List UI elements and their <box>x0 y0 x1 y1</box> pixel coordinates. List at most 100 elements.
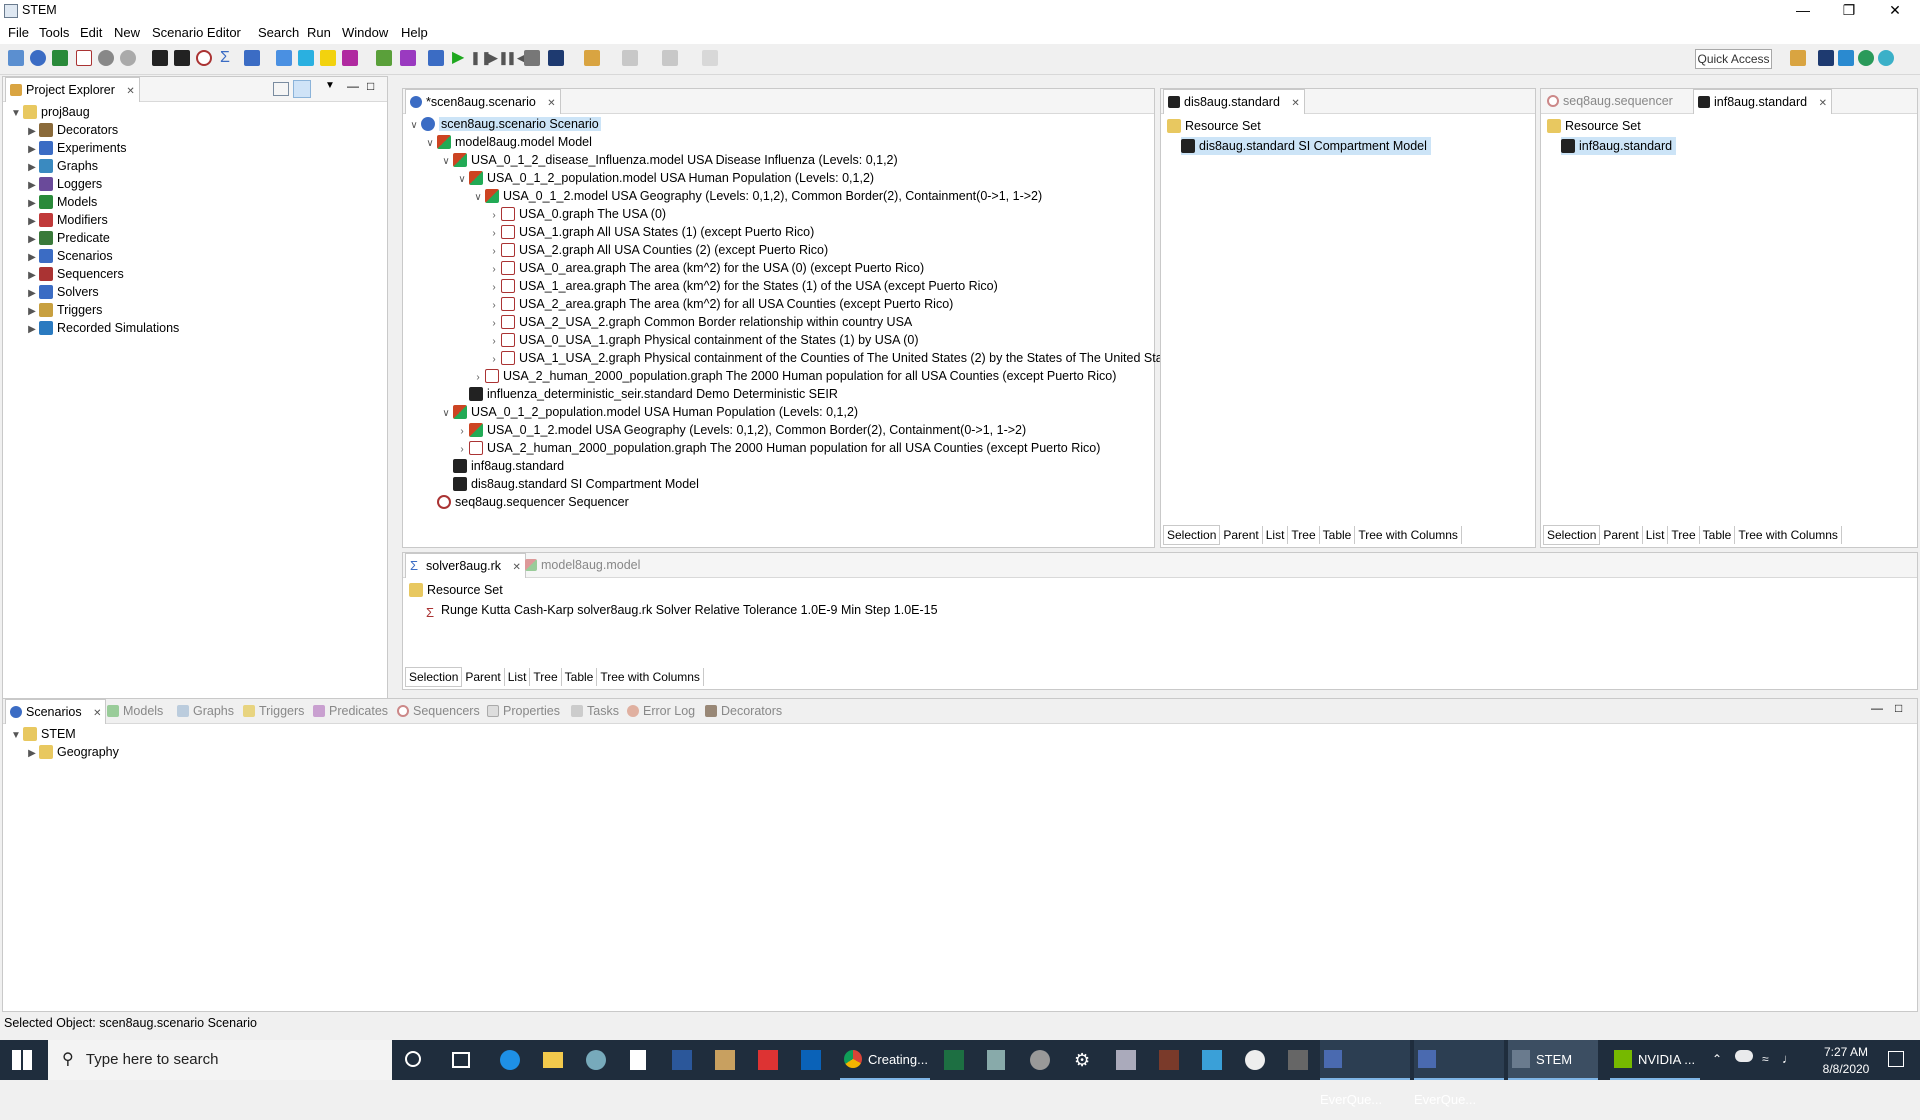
view-tab-list[interactable]: List <box>505 668 531 686</box>
tab-triggers[interactable]: Triggers <box>239 699 308 723</box>
scenario-tree-row[interactable]: ∨ scen8aug.scenario Scenario <box>407 115 601 133</box>
view-tab-tree[interactable]: Tree <box>1288 526 1320 544</box>
view-tab-table[interactable]: Table <box>562 668 598 686</box>
reset-icon[interactable]: ❚◀ <box>506 50 527 66</box>
menu-new[interactable]: New <box>114 25 140 40</box>
view-tab-selection[interactable]: Selection <box>1543 525 1601 545</box>
tab-inf-standard[interactable]: inf8aug.standard ✕ <box>1693 89 1833 114</box>
resource-set[interactable]: Resource Set <box>1167 117 1261 135</box>
collapse-all-icon[interactable] <box>273 82 289 96</box>
globe-view-icon[interactable] <box>298 50 314 66</box>
run-config-icon[interactable] <box>428 50 444 66</box>
expand-arrow-icon[interactable]: ▼ <box>9 105 23 123</box>
view-tab-list[interactable]: List <box>1263 526 1289 544</box>
new-disease-icon[interactable] <box>152 50 168 66</box>
scenario-tree-row[interactable]: ∨ USA_0_1_2_disease_Influenza.model USA D… <box>439 151 898 169</box>
taskbar-nvidia[interactable]: NVIDIA ... <box>1610 1040 1700 1080</box>
tree-folder-modifiers[interactable]: ▶ Modifiers <box>25 211 108 229</box>
run-icon[interactable]: ▶ <box>452 50 468 66</box>
clock-date[interactable]: 8/8/2020 <box>1816 1062 1876 1076</box>
menu-search[interactable]: Search <box>258 25 299 40</box>
taskbar-everquest-2[interactable]: EverQue... <box>1414 1040 1504 1107</box>
menu-help[interactable]: Help <box>401 25 428 40</box>
app-icon[interactable] <box>1288 1050 1308 1070</box>
tab-scenarios[interactable]: Scenarios ✕ <box>5 699 107 724</box>
menu-run[interactable]: Run <box>307 25 331 40</box>
calculator-icon[interactable] <box>987 1050 1005 1070</box>
expand-arrow-icon[interactable]: ▼ <box>9 727 23 745</box>
tab-properties[interactable]: Properties <box>483 699 564 723</box>
cortana-icon[interactable] <box>405 1051 421 1067</box>
windows-start-icon[interactable] <box>12 1050 32 1070</box>
scenario-tree-row[interactable]: › USA_2_human_2000_population.graph The 2… <box>471 367 1116 385</box>
inf-standard-item[interactable]: inf8aug.standard <box>1561 137 1677 155</box>
network-icon[interactable]: ≈ <box>1762 1052 1769 1066</box>
tree-folder-triggers[interactable]: ▶ Triggers <box>25 301 102 319</box>
app-icon[interactable] <box>1202 1050 1222 1070</box>
file-explorer-icon[interactable] <box>543 1052 563 1068</box>
new-wizard-icon[interactable] <box>8 50 24 66</box>
collapse-arrow-icon[interactable]: ▶ <box>25 321 39 339</box>
collapse-arrow-icon[interactable]: ▶ <box>25 745 39 763</box>
tree-folder-experiments[interactable]: ▶ Experiments <box>25 139 126 157</box>
tree-folder-recorded-simulations[interactable]: ▶ Recorded Simulations <box>25 319 179 337</box>
close-icon[interactable]: ✕ <box>1872 0 1918 22</box>
tab-model[interactable]: model8aug.model <box>521 553 644 577</box>
debug-icon[interactable] <box>548 50 564 66</box>
word-icon[interactable] <box>672 1050 692 1070</box>
scenario-tree-row[interactable]: › USA_2_USA_2.graph Common Border relatio… <box>487 313 912 331</box>
notepad-icon[interactable] <box>630 1050 646 1070</box>
excel-icon[interactable] <box>944 1050 964 1070</box>
step-icon[interactable]: ▶❚ <box>488 50 509 66</box>
menu-tools[interactable]: Tools <box>39 25 69 40</box>
view-tab-tree[interactable]: Tree <box>1668 526 1700 544</box>
minimize-view-icon[interactable]: — <box>1871 701 1883 715</box>
close-tab-icon[interactable]: ✕ <box>93 708 101 719</box>
close-tab-icon[interactable]: ✕ <box>126 86 134 97</box>
app-icon[interactable] <box>1116 1050 1136 1070</box>
external-tools-icon[interactable] <box>584 50 600 66</box>
tab-predicates[interactable]: Predicates <box>309 699 392 723</box>
view-tab-table[interactable]: Table <box>1700 526 1736 544</box>
menu-window[interactable]: Window <box>342 25 388 40</box>
prev-annotation-icon[interactable] <box>662 50 678 66</box>
close-tab-icon[interactable]: ✕ <box>513 562 521 573</box>
clock-time[interactable]: 7:27 AM <box>1816 1045 1876 1059</box>
tab-decorators[interactable]: Decorators <box>701 699 786 723</box>
perspective-simulation-icon[interactable] <box>1858 50 1874 66</box>
taskbar-search[interactable]: ⚲ Type here to search <box>48 1040 392 1080</box>
view-tab-selection[interactable]: Selection <box>1163 525 1221 545</box>
tab-seq-sequencer[interactable]: seq8aug.sequencer <box>1543 89 1677 113</box>
expand-arrow-icon[interactable]: ∨ <box>471 189 485 207</box>
tab-dis-standard[interactable]: dis8aug.standard ✕ <box>1163 89 1305 114</box>
perspective-stem-icon[interactable] <box>1838 50 1854 66</box>
last-edit-icon[interactable] <box>702 50 718 66</box>
expand-arrow-icon[interactable]: ∨ <box>423 135 437 153</box>
scenario-tree-row[interactable]: › USA_0_1_2.model USA Geography (Levels: … <box>455 421 1026 439</box>
view-tab-tree-columns[interactable]: Tree with Columns <box>1355 526 1462 544</box>
new-sequencer-icon[interactable] <box>196 50 212 66</box>
tab-graphs[interactable]: Graphs <box>173 699 238 723</box>
new-scenario-icon[interactable] <box>30 50 46 66</box>
view-menu-icon[interactable]: ▼ <box>325 80 335 91</box>
view-tab-selection[interactable]: Selection <box>405 667 463 687</box>
tab-tasks[interactable]: Tasks <box>567 699 623 723</box>
menu-file[interactable]: File <box>8 25 29 40</box>
outlook-icon[interactable] <box>801 1050 821 1070</box>
scenario-tree-row[interactable]: › USA_1.graph All USA States (1) (except … <box>487 223 814 241</box>
scenario-tree-row[interactable]: › USA_2_human_2000_population.graph The 2… <box>455 439 1100 457</box>
view-tab-tree[interactable]: Tree <box>530 668 562 686</box>
app-icon[interactable] <box>1030 1050 1050 1070</box>
view-tab-table[interactable]: Table <box>1320 526 1356 544</box>
taskbar-stem[interactable]: STEM <box>1508 1040 1598 1080</box>
menu-edit[interactable]: Edit <box>80 25 102 40</box>
tab-error-log[interactable]: Error Log <box>623 699 699 723</box>
tree-folder-predicate[interactable]: ▶ Predicate <box>25 229 110 247</box>
tree-folder-solvers[interactable]: ▶ Solvers <box>25 283 99 301</box>
perspective-designer-icon[interactable] <box>1818 50 1834 66</box>
expand-arrow-icon[interactable]: ∨ <box>439 405 453 423</box>
maximize-view-icon[interactable]: □ <box>367 79 374 93</box>
tree-stem-root[interactable]: ▼ STEM <box>9 725 76 743</box>
solver-item[interactable]: Σ Runge Kutta Cash-Karp solver8aug.rk Sol… <box>423 601 938 620</box>
next-annotation-icon[interactable] <box>622 50 638 66</box>
